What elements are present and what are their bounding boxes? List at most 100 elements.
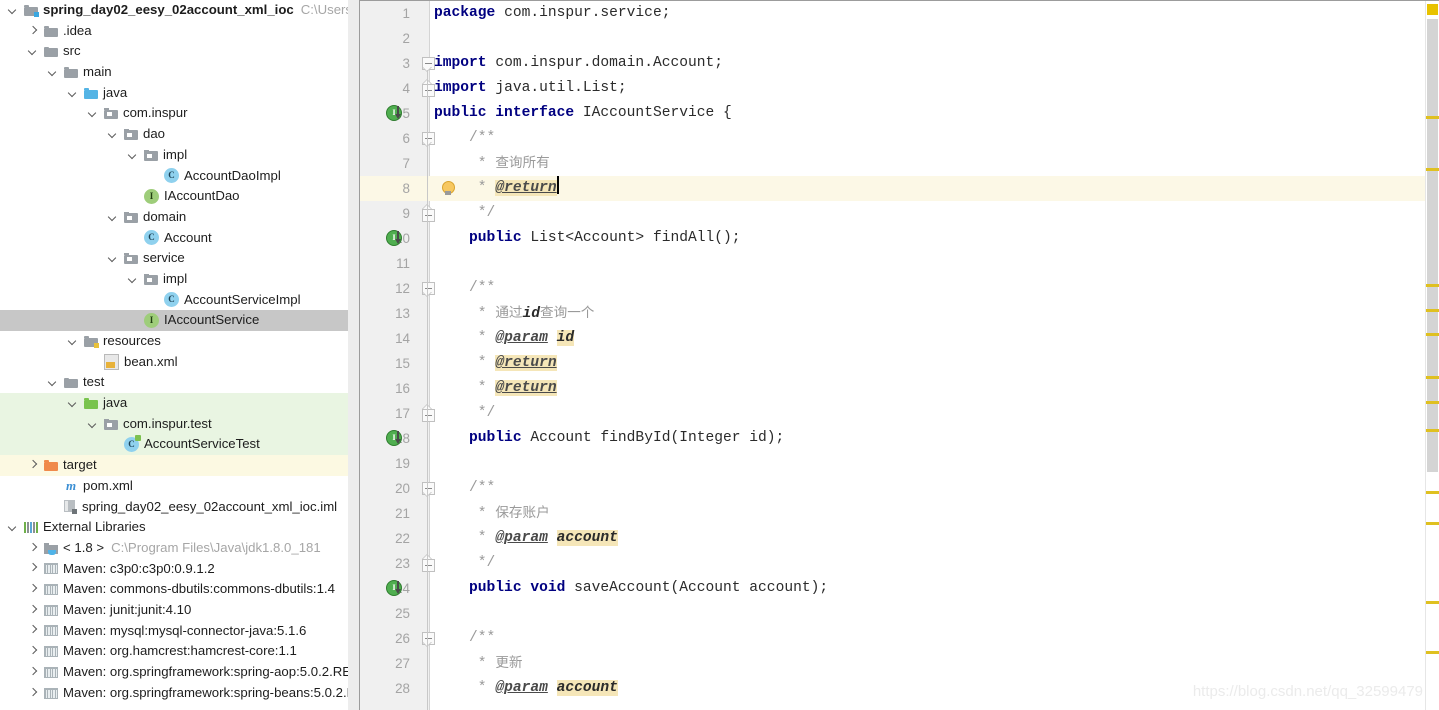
error-stripe-marker[interactable] bbox=[1426, 522, 1439, 525]
tree-node-com.inspur[interactable]: com.inspur bbox=[0, 103, 348, 124]
tree-expand-down-icon[interactable] bbox=[108, 212, 119, 223]
error-stripe-marker[interactable] bbox=[1426, 651, 1439, 654]
code-line-13[interactable]: 13 * 通过id查询一个 bbox=[360, 301, 1439, 326]
tree-expand-down-icon[interactable] bbox=[108, 129, 119, 140]
code-line-23[interactable]: 23 */ bbox=[360, 551, 1439, 576]
code-line-3[interactable]: 3 import com.inspur.domain.Account; bbox=[360, 51, 1439, 76]
tree-node-pom.xml[interactable]: m pom.xml bbox=[0, 476, 348, 497]
tree-node-iaccountdao[interactable]: I IAccountDao bbox=[0, 186, 348, 207]
tree-node-maven-org.hamcrest-hamcrest-core-1.1[interactable]: Maven: org.hamcrest:hamcrest-core:1.1 bbox=[0, 641, 348, 662]
code-line-25[interactable]: 25 bbox=[360, 601, 1439, 626]
code-line-8[interactable]: 8 * @return bbox=[360, 176, 1439, 201]
code-line-14[interactable]: 14 * @param id bbox=[360, 326, 1439, 351]
tree-node-service[interactable]: service bbox=[0, 248, 348, 269]
tree-expand-down-icon[interactable] bbox=[68, 88, 79, 99]
error-stripe-marker[interactable] bbox=[1426, 333, 1439, 336]
code-line-20[interactable]: 20 /** bbox=[360, 476, 1439, 501]
code-line-21[interactable]: 21 * 保存账户 bbox=[360, 501, 1439, 526]
code-line-18[interactable]: 18 I public Account findById(Integer id); bbox=[360, 426, 1439, 451]
tree-expand-down-icon[interactable] bbox=[68, 398, 79, 409]
code-line-27[interactable]: 27 * 更新 bbox=[360, 651, 1439, 676]
tree-node-accountserviceimpl[interactable]: C AccountServiceImpl bbox=[0, 290, 348, 311]
tree-node-domain[interactable]: domain bbox=[0, 207, 348, 228]
code-line-11[interactable]: 11 bbox=[360, 251, 1439, 276]
tree-node-maven-commons-dbutils-commons-dbutils-1.4[interactable]: Maven: commons-dbutils:commons-dbutils:1… bbox=[0, 579, 348, 600]
code-line-24[interactable]: 24 I public void saveAccount(Account acco… bbox=[360, 576, 1439, 601]
project-scrollbar-track[interactable] bbox=[348, 0, 359, 710]
tree-expand-right-icon[interactable] bbox=[28, 584, 39, 595]
error-stripe-marker[interactable] bbox=[1426, 376, 1439, 379]
tree-node-maven-c3p0-c3p0-0.9.1.2[interactable]: Maven: c3p0:c3p0:0.9.1.2 bbox=[0, 559, 348, 580]
tree-node-maven-org.springframework-spring-beans-5.0.2.re[interactable]: Maven: org.springframework:spring-beans:… bbox=[0, 683, 360, 704]
tree-expand-right-icon[interactable] bbox=[28, 543, 39, 554]
tree-expand-down-icon[interactable] bbox=[88, 419, 99, 430]
error-stripe-marker-bar[interactable] bbox=[1426, 1, 1439, 710]
code-line-1[interactable]: 1 package com.inspur.service; bbox=[360, 1, 1439, 26]
code-line-19[interactable]: 19 bbox=[360, 451, 1439, 476]
tree-node-accountservicetest[interactable]: C AccountServiceTest bbox=[0, 434, 348, 456]
tree-expand-down-icon[interactable] bbox=[8, 522, 19, 533]
tree-node-spring-day02-eesy-02account-xml-ioc[interactable]: spring_day02_eesy_02account_xml_ioc C:\Us… bbox=[0, 0, 360, 21]
inspection-status-chip[interactable] bbox=[1427, 4, 1438, 15]
tree-expand-down-icon[interactable] bbox=[28, 46, 39, 57]
error-stripe-marker[interactable] bbox=[1426, 116, 1439, 119]
error-stripe-marker[interactable] bbox=[1426, 491, 1439, 494]
code-line-26[interactable]: 26 /** bbox=[360, 626, 1439, 651]
error-stripe-marker[interactable] bbox=[1426, 284, 1439, 287]
editor-scrollbar-thumb[interactable] bbox=[1427, 19, 1438, 472]
tree-node-java[interactable]: java bbox=[0, 83, 348, 104]
code-line-10[interactable]: 10 I public List<Account> findAll(); bbox=[360, 226, 1439, 251]
tree-node-java[interactable]: java bbox=[0, 393, 348, 414]
tree-expand-down-icon[interactable] bbox=[48, 67, 59, 78]
code-line-17[interactable]: 17 */ bbox=[360, 401, 1439, 426]
code-line-16[interactable]: 16 * @return bbox=[360, 376, 1439, 401]
tree-node-iaccountservice[interactable]: I IAccountService bbox=[0, 310, 348, 331]
error-stripe-marker[interactable] bbox=[1426, 309, 1439, 312]
tree-expand-right-icon[interactable] bbox=[28, 26, 39, 37]
project-tree[interactable]: spring_day02_eesy_02account_xml_ioc C:\Us… bbox=[0, 0, 360, 704]
error-stripe-marker[interactable] bbox=[1426, 601, 1439, 604]
error-stripe-marker[interactable] bbox=[1426, 168, 1439, 171]
tree-node-test[interactable]: test bbox=[0, 372, 348, 393]
code-line-22[interactable]: 22 * @param account bbox=[360, 526, 1439, 551]
tree-expand-right-icon[interactable] bbox=[28, 688, 39, 699]
implemented-interface-icon[interactable]: I bbox=[386, 430, 403, 447]
code-line-9[interactable]: 9 */ bbox=[360, 201, 1439, 226]
tree-node-.idea[interactable]: .idea bbox=[0, 21, 348, 42]
tree-node-maven-mysql-mysql-connector-java-5.1.6[interactable]: Maven: mysql:mysql-connector-java:5.1.6 bbox=[0, 621, 348, 642]
tree-node-account[interactable]: C Account bbox=[0, 228, 348, 249]
error-stripe-marker[interactable] bbox=[1426, 429, 1439, 432]
code-line-6[interactable]: 6 /** bbox=[360, 126, 1439, 151]
error-stripe-marker[interactable] bbox=[1426, 401, 1439, 404]
tree-node-spring-day02-eesy-02account-xml-ioc.iml[interactable]: spring_day02_eesy_02account_xml_ioc.iml bbox=[0, 497, 348, 518]
tree-expand-down-icon[interactable] bbox=[68, 336, 79, 347]
tree-expand-down-icon[interactable] bbox=[8, 5, 19, 16]
tree-node-bean.xml[interactable]: <> bean.xml bbox=[0, 352, 348, 373]
implemented-interface-icon[interactable]: I bbox=[386, 105, 403, 122]
tree-expand-right-icon[interactable] bbox=[28, 625, 39, 636]
tree-node--1.8-[interactable]: < 1.8 > C:\Program Files\Java\jdk1.8.0_18… bbox=[0, 538, 348, 559]
tree-node-accountdaoimpl[interactable]: C AccountDaoImpl bbox=[0, 166, 348, 187]
tree-node-maven-org.springframework-spring-aop-5.0.2.rele[interactable]: Maven: org.springframework:spring-aop:5.… bbox=[0, 662, 360, 683]
tree-expand-down-icon[interactable] bbox=[48, 377, 59, 388]
implemented-interface-icon[interactable]: I bbox=[386, 230, 403, 247]
tree-node-target[interactable]: target bbox=[0, 455, 348, 476]
tree-expand-right-icon[interactable] bbox=[28, 563, 39, 574]
tree-node-dao[interactable]: dao bbox=[0, 124, 348, 145]
tree-expand-down-icon[interactable] bbox=[128, 150, 139, 161]
tree-node-external-libraries[interactable]: External Libraries bbox=[0, 517, 348, 538]
code-line-5[interactable]: 5 Ipublic interface IAccountService { bbox=[360, 101, 1439, 126]
code-line-7[interactable]: 7 * 查询所有 bbox=[360, 151, 1439, 176]
tree-expand-right-icon[interactable] bbox=[28, 667, 39, 678]
tree-expand-right-icon[interactable] bbox=[28, 460, 39, 471]
code-editor[interactable]: 1 package com.inspur.service; 2 3 import com… bbox=[360, 0, 1439, 710]
tree-expand-right-icon[interactable] bbox=[28, 646, 39, 657]
project-tool-window[interactable]: spring_day02_eesy_02account_xml_ioc C:\Us… bbox=[0, 0, 360, 710]
tree-node-com.inspur.test[interactable]: com.inspur.test bbox=[0, 413, 348, 435]
tree-node-impl[interactable]: impl bbox=[0, 269, 348, 290]
tree-node-resources[interactable]: resources bbox=[0, 331, 348, 352]
tree-node-main[interactable]: main bbox=[0, 62, 348, 83]
tree-expand-down-icon[interactable] bbox=[88, 108, 99, 119]
code-line-4[interactable]: 4 import java.util.List; bbox=[360, 76, 1439, 101]
tree-node-maven-junit-junit-4.10[interactable]: Maven: junit:junit:4.10 bbox=[0, 600, 348, 621]
